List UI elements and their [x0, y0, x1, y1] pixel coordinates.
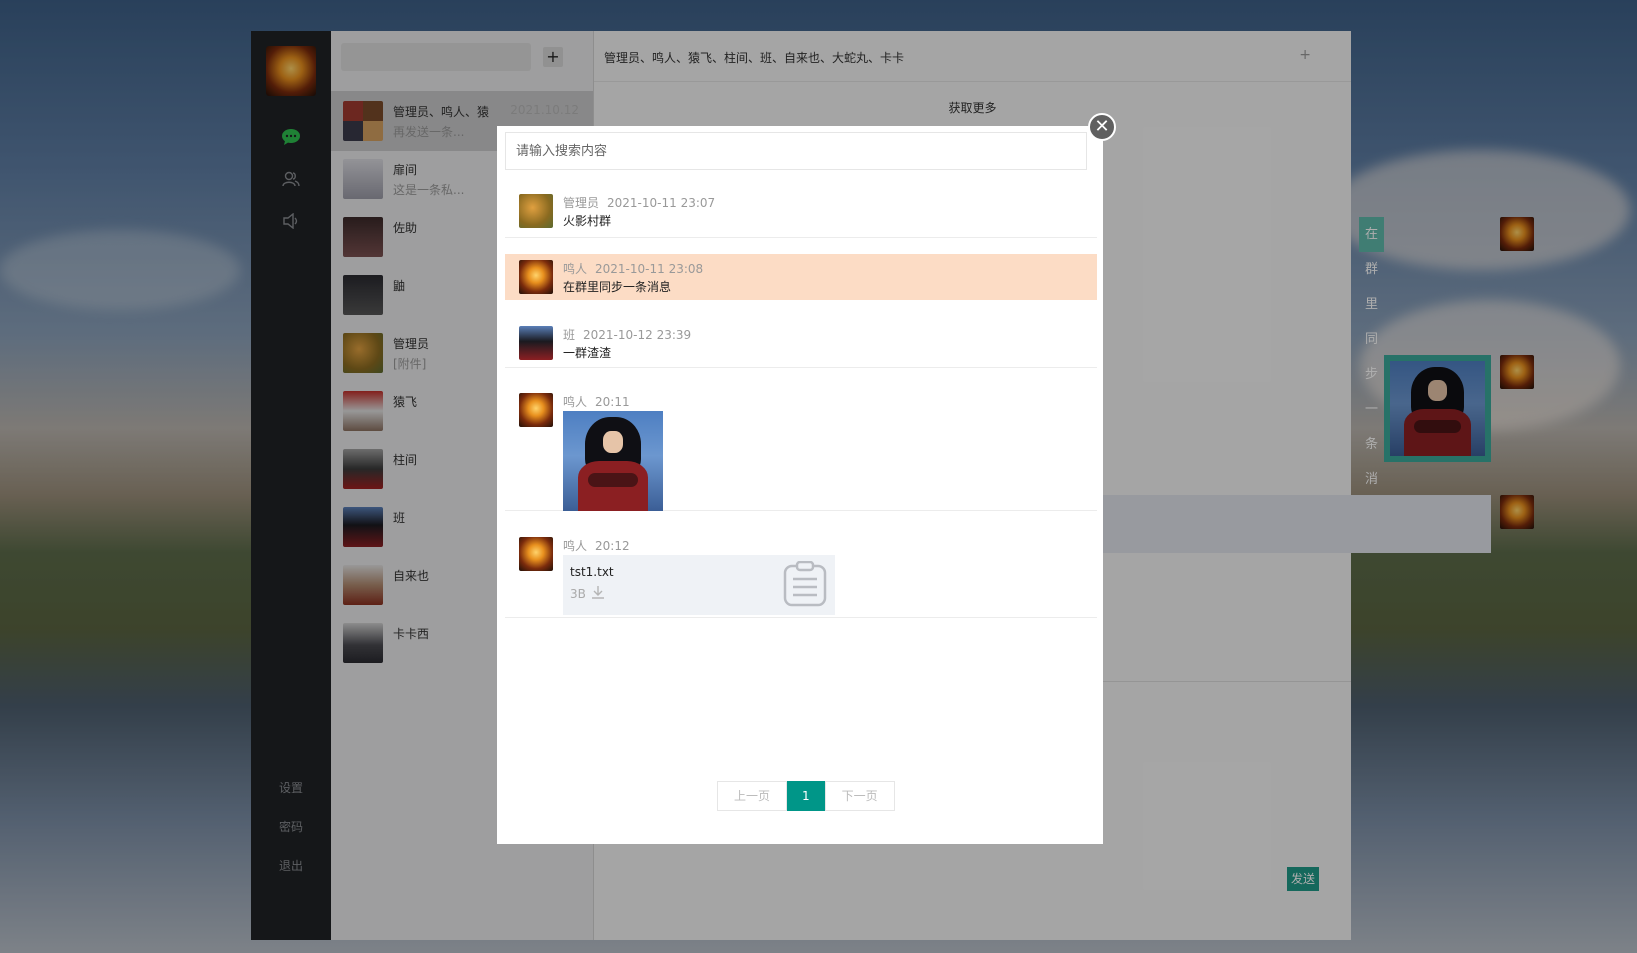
- prev-page-button[interactable]: 上一页: [717, 781, 788, 811]
- search-result-item[interactable]: 管理员 2021-10-11 23:07 火影村群: [505, 184, 1097, 238]
- file-size: 3B: [570, 587, 586, 601]
- next-page-button[interactable]: 下一页: [824, 781, 895, 811]
- search-result-item[interactable]: 班 2021-10-12 23:39 一群渣渣: [505, 316, 1097, 368]
- document-icon: [783, 560, 827, 610]
- close-icon[interactable]: ✕: [1088, 113, 1116, 141]
- search-result-item[interactable]: 鸣人 20:12 tst1.txt 3B: [505, 527, 1097, 618]
- result-text: 一群渣渣: [563, 346, 612, 360]
- message-search-modal: 管理员2021-10-11 23:07 火影村群 鸣人2021-10-11 23…: [497, 126, 1103, 844]
- avatar: [519, 393, 553, 427]
- search-input[interactable]: [505, 132, 1087, 170]
- result-meta: 鸣人 20:12: [563, 539, 630, 553]
- result-meta: 班 2021-10-12 23:39: [563, 328, 692, 342]
- avatar: [519, 194, 553, 228]
- result-text: 火影村群: [563, 214, 612, 228]
- result-text: 在群里同步一条消息: [563, 280, 672, 294]
- search-result-item-highlighted[interactable]: 鸣人 2021-10-11 23:08 在群里同步一条消息: [505, 254, 1097, 300]
- file-name: tst1.txt: [570, 565, 614, 579]
- result-image[interactable]: [563, 411, 663, 511]
- result-meta: 鸣人 20:11: [563, 395, 630, 409]
- avatar: [519, 260, 553, 294]
- file-attachment[interactable]: tst1.txt 3B: [563, 555, 835, 615]
- page-1-button[interactable]: 1: [787, 781, 825, 811]
- pagination: 上一页 1 下一页: [717, 781, 895, 811]
- search-result-item[interactable]: 鸣人 20:11: [505, 383, 1097, 511]
- result-meta: 管理员 2021-10-11 23:07: [563, 196, 716, 210]
- avatar: [519, 537, 553, 571]
- download-icon[interactable]: [591, 585, 605, 602]
- avatar: [519, 326, 553, 360]
- result-meta: 鸣人 2021-10-11 23:08: [563, 262, 704, 276]
